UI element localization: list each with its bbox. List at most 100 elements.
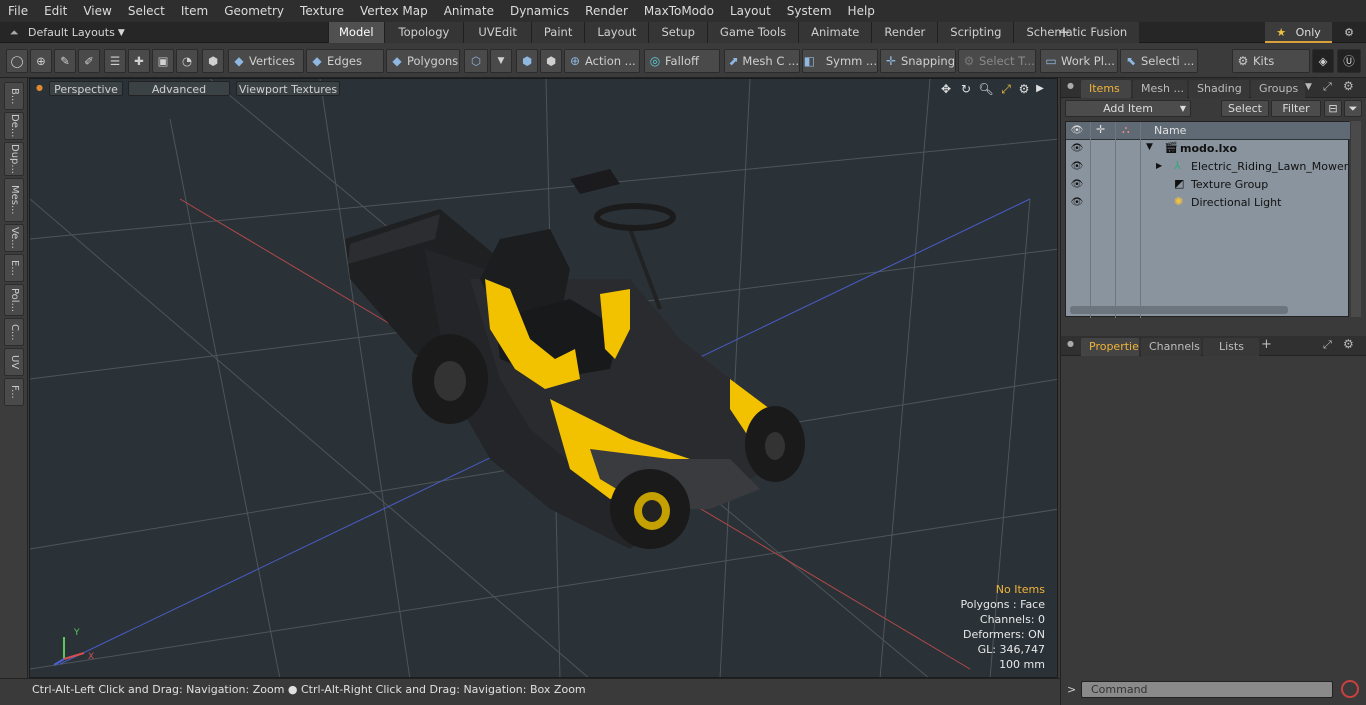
panel-gear-icon[interactable]: ⚙: [1343, 337, 1354, 351]
panel-expand-icon[interactable]: ⤢: [1323, 80, 1332, 94]
tab-scripting[interactable]: Scripting: [937, 22, 1014, 43]
polygons-button[interactable]: ◆ Polygons: [386, 49, 460, 73]
panel-menu-dot-icon[interactable]: ●: [1067, 339, 1074, 348]
menu-animate[interactable]: Animate: [436, 0, 502, 22]
tab-layout[interactable]: Layout: [584, 22, 649, 43]
unreal-button[interactable]: Ⓤ: [1337, 49, 1361, 73]
record-icon[interactable]: [1341, 680, 1359, 698]
tab-items[interactable]: Items: [1081, 80, 1131, 98]
viewport-textures-button[interactable]: Viewport Textures: [236, 81, 340, 96]
clock-button[interactable]: ◔: [176, 49, 198, 73]
visibility-eye-icon[interactable]: 👁︎: [1070, 178, 1084, 192]
tab-setup[interactable]: Setup: [648, 22, 707, 43]
menu-geometry[interactable]: Geometry: [216, 0, 292, 22]
funnel-button[interactable]: ⏷: [1344, 100, 1362, 117]
transform-button[interactable]: ✚: [128, 49, 150, 73]
advanced-button[interactable]: Advanced: [128, 81, 230, 96]
select-button[interactable]: Select: [1221, 100, 1269, 117]
shield-button[interactable]: ⬢: [202, 49, 224, 73]
symmetry-button[interactable]: ◧ Symm ...: [802, 49, 878, 73]
menu-vertex-map[interactable]: Vertex Map: [352, 0, 436, 22]
perspective-button[interactable]: Perspective: [49, 81, 123, 96]
left-tab-vertex[interactable]: Ve...: [4, 224, 24, 252]
menu-edit[interactable]: Edit: [36, 0, 75, 22]
tab-properties[interactable]: Properties: [1081, 338, 1139, 356]
tab-model[interactable]: Model: [328, 22, 384, 43]
add-tab-icon[interactable]: +: [1056, 22, 1072, 43]
viewport-menu-dot-icon[interactable]: ●: [36, 83, 43, 92]
list-item[interactable]: 👁︎ ▼ 🎬︎ modo.lxo: [1066, 140, 1350, 158]
item-mode-button[interactable]: ⬡: [464, 49, 488, 73]
move-view-icon[interactable]: ✥: [938, 81, 954, 97]
mesh-constraint-button[interactable]: ⬈ Mesh C ...: [724, 49, 800, 73]
unity-button[interactable]: ◈: [1312, 49, 1334, 73]
frame-button[interactable]: ▣: [152, 49, 174, 73]
filter-button[interactable]: Filter: [1271, 100, 1321, 117]
menu-item[interactable]: Item: [173, 0, 216, 22]
name-column-header[interactable]: Name: [1154, 124, 1186, 137]
left-tab-fusion[interactable]: F...: [4, 378, 24, 406]
maximize-view-icon[interactable]: ⤢: [998, 81, 1014, 97]
viewport-expand-icon[interactable]: ▶: [1032, 81, 1048, 97]
vertical-scrollbar[interactable]: [1351, 121, 1361, 317]
symmetry-2-button[interactable]: ⬢: [540, 49, 562, 73]
command-input[interactable]: Command: [1081, 681, 1333, 698]
tab-animate[interactable]: Animate: [798, 22, 872, 43]
tab-render[interactable]: Render: [871, 22, 938, 43]
only-button[interactable]: ★ Only: [1265, 22, 1332, 43]
panel-menu-dot-icon[interactable]: ●: [1067, 81, 1074, 90]
left-tab-deform[interactable]: De...: [4, 112, 24, 140]
pen-button[interactable]: ✎: [54, 49, 76, 73]
add-tab-icon[interactable]: +: [1261, 337, 1272, 352]
tab-lists[interactable]: Lists: [1203, 338, 1259, 356]
panel-expand-icon[interactable]: ⤢: [1323, 338, 1332, 352]
viewport-gear-icon[interactable]: ⚙: [1016, 81, 1032, 97]
left-tab-polygon[interactable]: Pol...: [4, 284, 24, 316]
globe-button[interactable]: ⊕: [30, 49, 52, 73]
circle-select-button[interactable]: ◯: [6, 49, 28, 73]
menu-select[interactable]: Select: [120, 0, 173, 22]
tab-shading[interactable]: Shading: [1189, 80, 1249, 98]
menu-dynamics[interactable]: Dynamics: [502, 0, 577, 22]
menu-texture[interactable]: Texture: [292, 0, 352, 22]
tab-groups[interactable]: Groups: [1251, 80, 1305, 98]
left-tab-mesh-edit[interactable]: Mes...: [4, 178, 24, 222]
workplane-button[interactable]: ▭ Work Pl...: [1040, 49, 1118, 73]
collapse-button[interactable]: ⊟: [1324, 100, 1342, 117]
expand-arrow-icon[interactable]: ▶: [1156, 161, 1162, 170]
tab-paint[interactable]: Paint: [530, 22, 585, 43]
tab-channels[interactable]: Channels: [1141, 338, 1201, 356]
falloff-button[interactable]: ◎ Falloff: [644, 49, 720, 73]
align-button[interactable]: ☰: [104, 49, 126, 73]
expand-arrow-icon[interactable]: ▼: [1146, 142, 1153, 152]
tab-uvedit[interactable]: UVEdit: [463, 22, 531, 43]
kits-button[interactable]: ⚙ Kits: [1232, 49, 1310, 73]
visibility-eye-icon[interactable]: 👁︎: [1070, 196, 1084, 210]
action-center-button[interactable]: ⊕ Action ...: [564, 49, 640, 73]
symmetry-toggle-button[interactable]: ⬢: [516, 49, 538, 73]
visibility-eye-icon[interactable]: 👁︎: [1070, 142, 1084, 156]
left-tab-basic[interactable]: B...: [4, 82, 24, 110]
zoom-view-icon[interactable]: 🔍︎: [978, 81, 994, 97]
select-through-button[interactable]: ⚙ Select T...: [958, 49, 1036, 73]
tab-mesh[interactable]: Mesh ...: [1133, 80, 1187, 98]
vertices-button[interactable]: ◆ Vertices: [228, 49, 304, 73]
selection-sets-button[interactable]: ⬉ Selecti ...: [1120, 49, 1198, 73]
brush-button[interactable]: ✐: [78, 49, 100, 73]
3d-viewport[interactable]: Y X ● Perspective Advanced Viewport Text…: [29, 78, 1058, 678]
gear-icon[interactable]: ⚙: [1338, 22, 1360, 43]
menu-maxtomodo[interactable]: MaxToModo: [636, 0, 722, 22]
tabs-dropdown-icon[interactable]: ▼: [1305, 82, 1312, 92]
menu-file[interactable]: File: [0, 0, 36, 22]
tab-game-tools[interactable]: Game Tools: [706, 22, 799, 43]
edges-button[interactable]: ◆ Edges: [306, 49, 384, 73]
panel-gear-icon[interactable]: ⚙: [1343, 79, 1354, 93]
mode-dropdown[interactable]: ▼: [490, 49, 512, 73]
menu-system[interactable]: System: [779, 0, 840, 22]
left-tab-curve[interactable]: C...: [4, 318, 24, 346]
menu-render[interactable]: Render: [577, 0, 636, 22]
menu-help[interactable]: Help: [840, 0, 883, 22]
left-tab-uv[interactable]: UV: [4, 348, 24, 376]
list-item[interactable]: 👁︎ ▶ ⅄ Electric_Riding_Lawn_Mower ...: [1066, 158, 1363, 176]
left-tab-duplicate[interactable]: Dup...: [4, 142, 24, 176]
